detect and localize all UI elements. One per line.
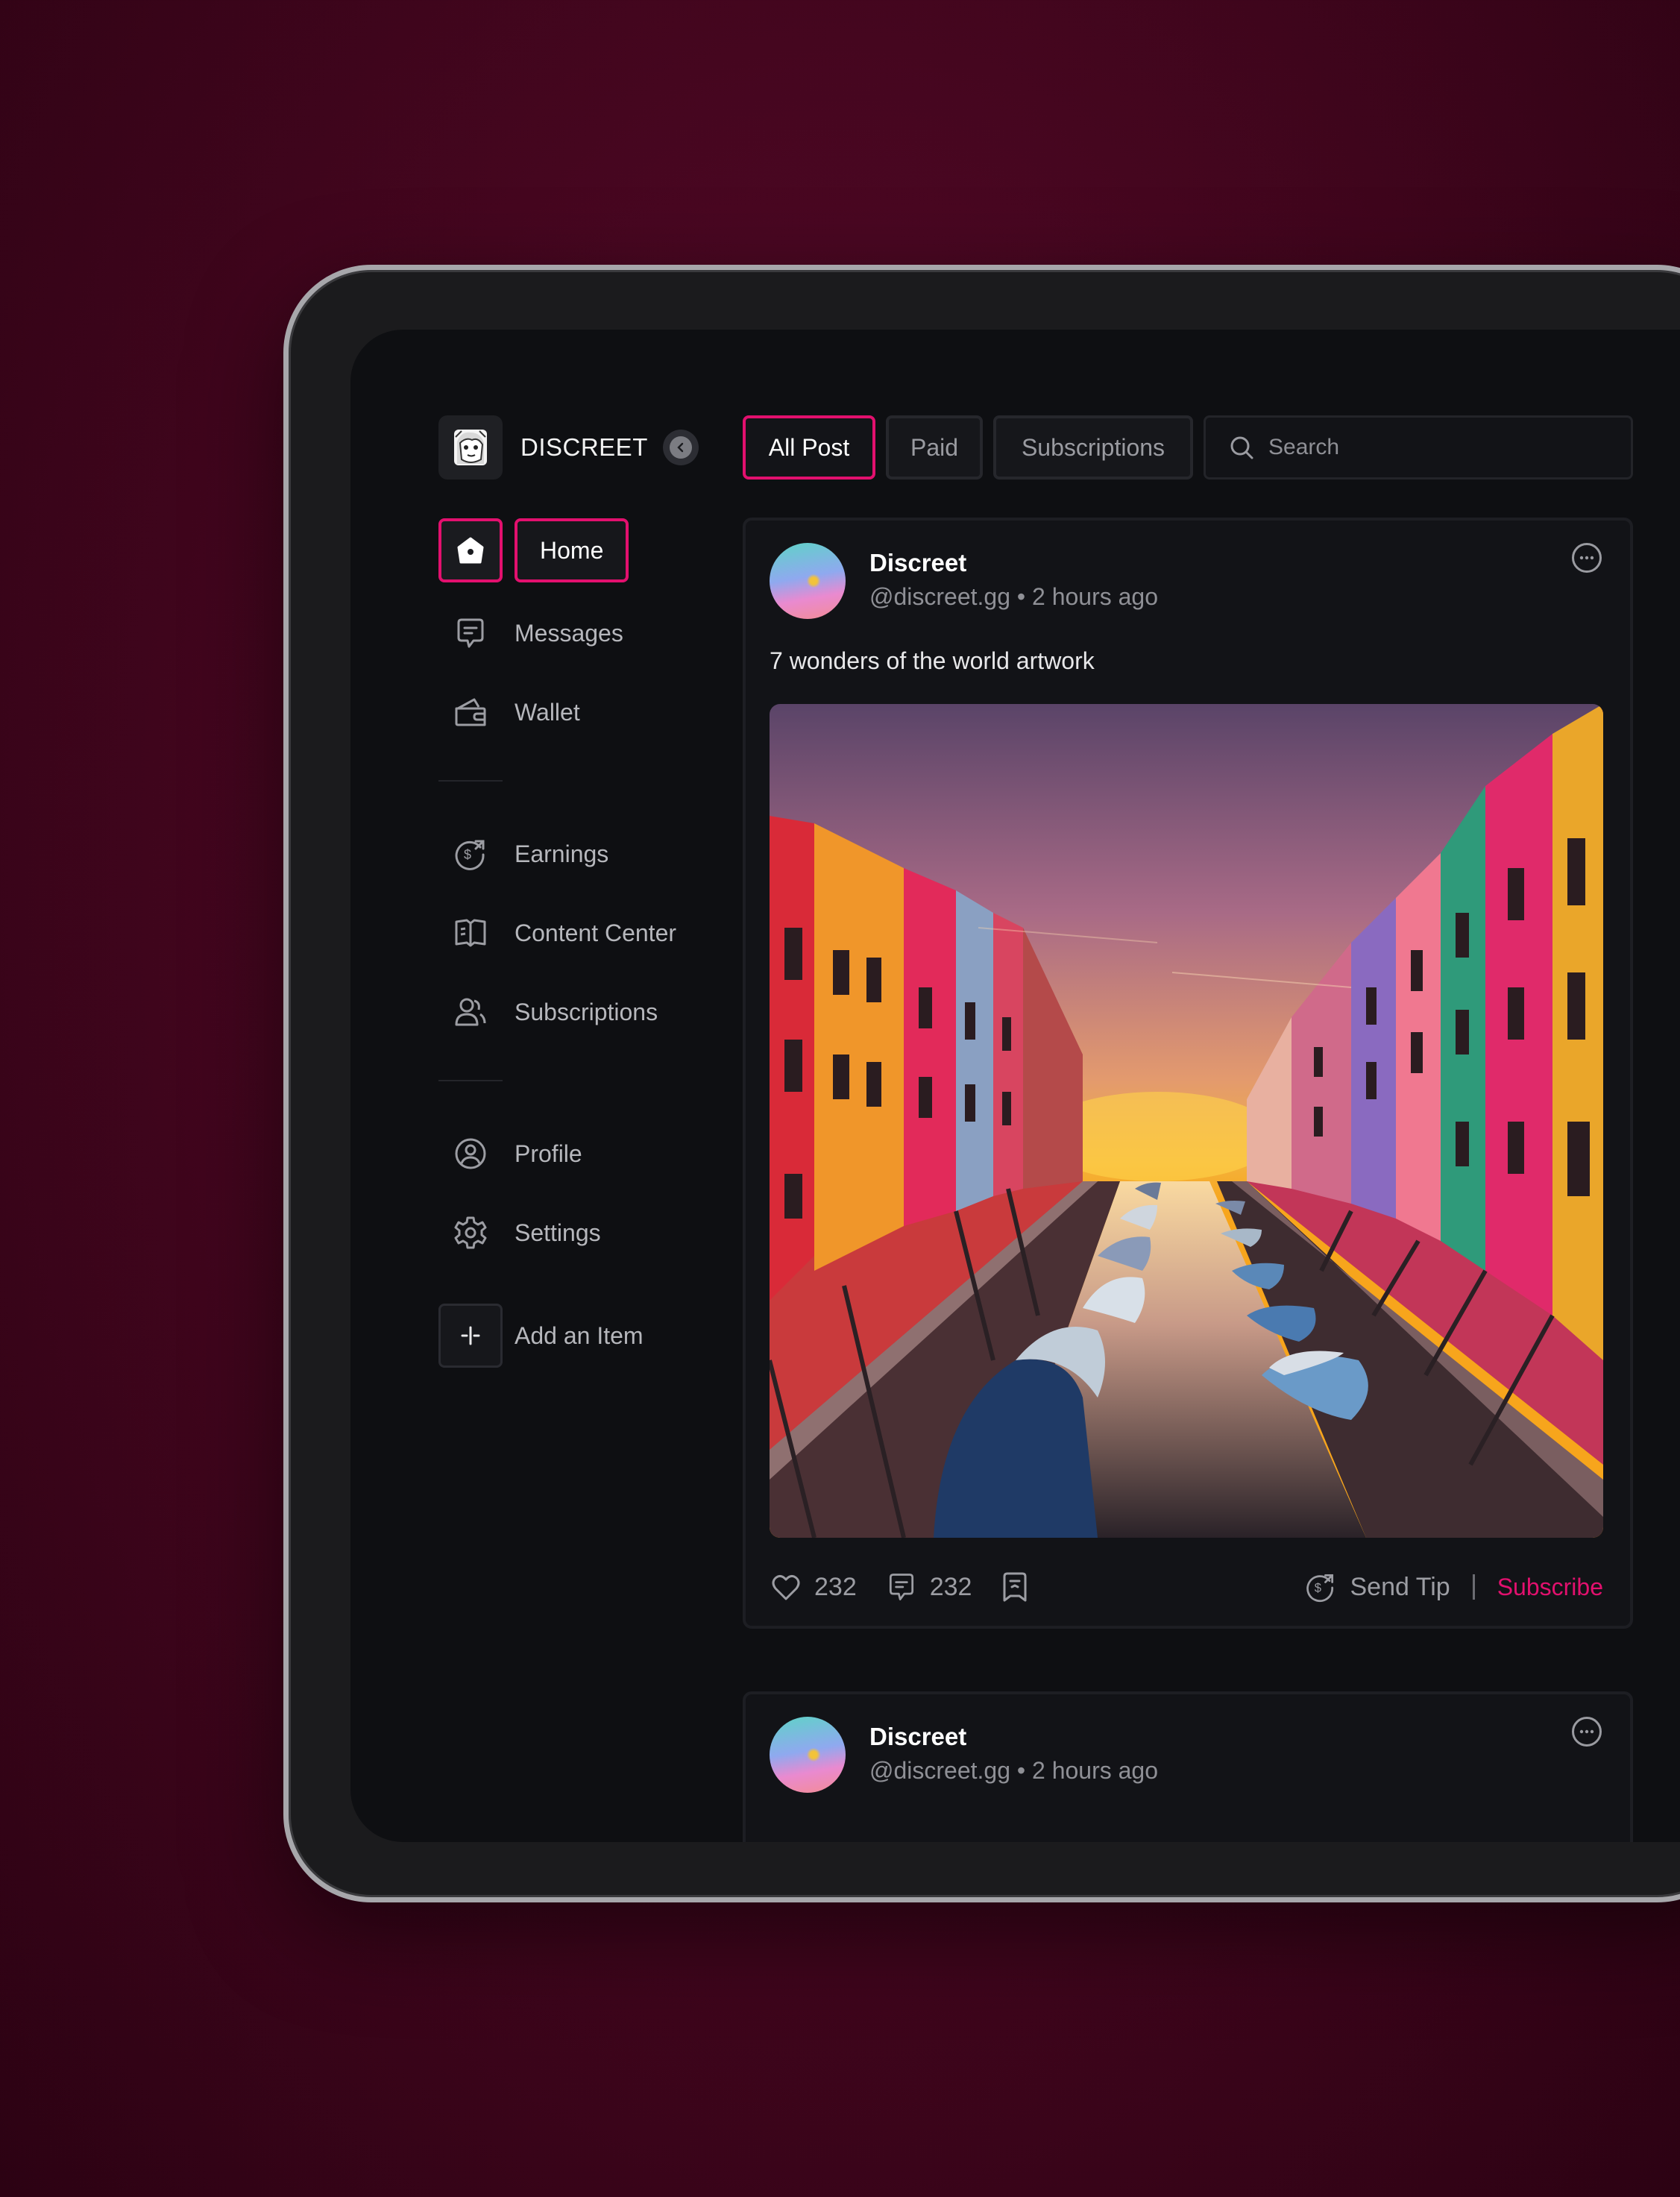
mascot-icon bbox=[454, 430, 487, 465]
sidebar-item-label: Content Center bbox=[515, 919, 677, 946]
search-bar[interactable] bbox=[1204, 415, 1633, 480]
sidebar-item-label: Wallet bbox=[515, 698, 580, 726]
more-options-icon[interactable] bbox=[1572, 543, 1602, 573]
users-icon bbox=[438, 980, 503, 1044]
send-tip-label: Send Tip bbox=[1350, 1572, 1450, 1601]
sidebar-divider bbox=[438, 1080, 503, 1081]
profile-icon bbox=[438, 1122, 503, 1186]
tab-all-post[interactable]: All Post bbox=[743, 415, 875, 480]
gear-icon bbox=[438, 1201, 503, 1265]
collapse-sidebar-button[interactable] bbox=[662, 430, 699, 465]
heart-icon bbox=[772, 1574, 800, 1600]
sidebar-item-label: Profile bbox=[515, 1140, 582, 1167]
bookmark-icon bbox=[1003, 1572, 1027, 1602]
sidebar-item-label: Home bbox=[515, 518, 629, 582]
post-meta: @discreet.gg • 2 hours ago bbox=[869, 583, 1159, 610]
sidebar-item-home[interactable]: Home bbox=[438, 518, 629, 582]
avatar[interactable] bbox=[770, 1717, 846, 1793]
search-icon bbox=[1230, 436, 1253, 459]
home-icon bbox=[438, 518, 503, 582]
message-icon bbox=[438, 601, 503, 665]
post-card: Discreet @discreet.gg • 2 hours ago 7 wo… bbox=[743, 518, 1633, 1629]
chevron-left-icon bbox=[677, 442, 684, 453]
sidebar-item-subscriptions[interactable]: Subscriptions bbox=[438, 980, 658, 1044]
plus-icon bbox=[438, 1304, 503, 1368]
brand-name: DISCREET bbox=[520, 433, 648, 461]
brand-logo[interactable] bbox=[438, 415, 503, 480]
post-actions: 232 232 $ Send Tip Subscribe bbox=[770, 1565, 1603, 1609]
sidebar-item-messages[interactable]: Messages bbox=[438, 601, 623, 665]
post-card: Discreet @discreet.gg • 2 hours ago bbox=[743, 1691, 1633, 1842]
tip-icon: $ bbox=[1306, 1574, 1334, 1603]
sidebar-item-wallet[interactable]: Wallet bbox=[438, 680, 580, 744]
post-image[interactable] bbox=[770, 704, 1603, 1538]
sidebar-item-label: Settings bbox=[515, 1219, 601, 1246]
post-meta: @discreet.gg • 2 hours ago bbox=[869, 1757, 1159, 1784]
sidebar-item-settings[interactable]: Settings bbox=[438, 1201, 601, 1265]
tab-paid[interactable]: Paid bbox=[886, 415, 983, 480]
app-screen: DISCREET Home Messages Wallet $ Earnings… bbox=[350, 330, 1680, 1842]
brand: DISCREET bbox=[438, 415, 699, 480]
comment-icon bbox=[889, 1574, 913, 1600]
wallet-icon bbox=[438, 680, 503, 744]
sidebar-item-label: Subscriptions bbox=[515, 998, 658, 1025]
comment-count: 232 bbox=[929, 1572, 972, 1601]
add-item-label: Add an Item bbox=[515, 1321, 644, 1349]
bookmark-button[interactable] bbox=[1000, 1571, 1030, 1603]
post-author[interactable]: Discreet bbox=[869, 1723, 966, 1751]
action-separator bbox=[1472, 1574, 1475, 1600]
like-button[interactable]: 232 bbox=[770, 1571, 857, 1603]
svg-text:$: $ bbox=[464, 847, 471, 862]
sidebar-divider bbox=[438, 780, 503, 782]
send-tip-button[interactable]: $ Send Tip bbox=[1303, 1570, 1450, 1604]
subscribe-link[interactable]: Subscribe bbox=[1497, 1574, 1603, 1601]
post-caption: 7 wonders of the world artwork bbox=[770, 647, 1095, 674]
like-count: 232 bbox=[814, 1572, 857, 1601]
add-item-button[interactable]: Add an Item bbox=[438, 1304, 644, 1368]
avatar[interactable] bbox=[770, 543, 846, 619]
sidebar-item-earnings[interactable]: $ Earnings bbox=[438, 822, 608, 886]
comment-button[interactable]: 232 bbox=[885, 1571, 972, 1603]
earnings-icon: $ bbox=[438, 822, 503, 886]
sidebar-item-content-center[interactable]: Content Center bbox=[438, 901, 676, 965]
tab-subscriptions[interactable]: Subscriptions bbox=[993, 415, 1193, 480]
sidebar-item-profile[interactable]: Profile bbox=[438, 1122, 582, 1186]
post-right-actions: $ Send Tip Subscribe bbox=[1303, 1570, 1603, 1604]
book-icon bbox=[438, 901, 503, 965]
svg-text:$: $ bbox=[1315, 1580, 1321, 1594]
sidebar-item-label: Earnings bbox=[515, 840, 609, 867]
sidebar-item-label: Messages bbox=[515, 619, 623, 647]
post-author[interactable]: Discreet bbox=[869, 549, 966, 577]
search-input[interactable] bbox=[1268, 435, 1596, 460]
more-options-icon[interactable] bbox=[1572, 1717, 1602, 1747]
